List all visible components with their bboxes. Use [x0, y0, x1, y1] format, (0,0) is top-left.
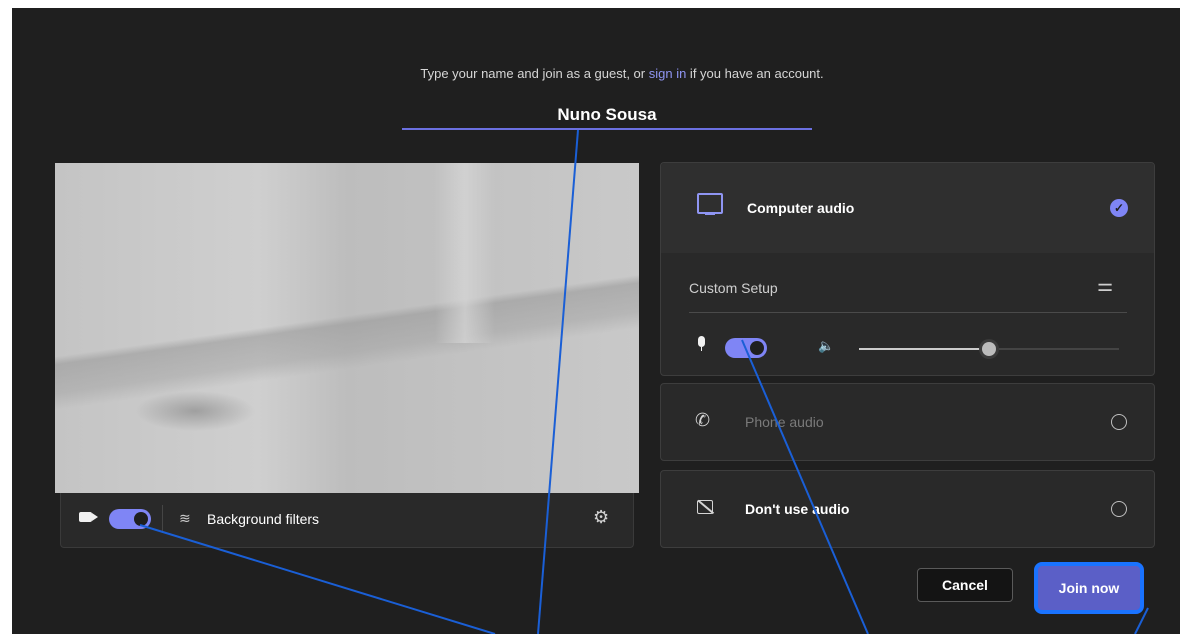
background-filters-icon: ≋: [179, 510, 191, 526]
join-now-button[interactable]: Join now: [1034, 562, 1144, 614]
phone-icon: ✆: [695, 410, 711, 430]
volume-thumb[interactable]: [982, 342, 996, 356]
computer-audio-label: Computer audio: [747, 200, 855, 216]
divider: [162, 505, 163, 533]
microphone-toggle[interactable]: [725, 338, 767, 358]
device-settings-icon[interactable]: ⚌: [1097, 275, 1113, 296]
background-filters-button[interactable]: Background filters: [207, 511, 319, 527]
volume-fill: [859, 348, 989, 350]
speaker-volume-slider[interactable]: [859, 342, 1119, 356]
phone-audio-label: Phone audio: [745, 414, 824, 430]
custom-setup-label: Custom Setup: [689, 280, 778, 296]
toggle-knob: [134, 512, 148, 526]
prompt-text: Type your name and join as a guest, or: [420, 66, 649, 81]
no-audio-radio[interactable]: [1111, 501, 1127, 517]
divider: [689, 312, 1127, 313]
speaker-icon: 🔈: [818, 338, 835, 353]
video-preview: [55, 163, 639, 493]
sign-in-link[interactable]: sign in: [649, 66, 687, 81]
phone-audio-option[interactable]: ✆ Phone audio: [660, 383, 1155, 461]
computer-audio-card[interactable]: Computer audio ✓ Custom Setup ⚌ 🔈: [660, 162, 1155, 376]
no-audio-option[interactable]: Don't use audio: [660, 470, 1155, 548]
guest-name-input[interactable]: Nuno Sousa: [402, 104, 812, 130]
no-audio-label: Don't use audio: [745, 501, 850, 517]
monitor-speaker-icon: [697, 193, 723, 215]
cancel-button[interactable]: Cancel: [917, 568, 1013, 602]
settings-gear-icon[interactable]: ⚙: [593, 507, 609, 528]
pre-join-screen: Type your name and join as a guest, or s…: [12, 8, 1180, 634]
phone-audio-radio[interactable]: [1111, 414, 1127, 430]
toggle-knob: [750, 341, 764, 355]
camera-icon: [79, 512, 98, 522]
selected-check-icon: ✓: [1110, 199, 1128, 217]
no-audio-icon: [697, 500, 713, 514]
join-prompt: Type your name and join as a guest, or s…: [12, 66, 1180, 81]
computer-audio-option[interactable]: Computer audio ✓: [661, 163, 1154, 253]
camera-toggle[interactable]: [109, 509, 151, 529]
microphone-icon: [698, 336, 705, 351]
video-controls-bar: ≋ Background filters ⚙: [60, 493, 634, 548]
prompt-text-end: if you have an account.: [686, 66, 824, 81]
